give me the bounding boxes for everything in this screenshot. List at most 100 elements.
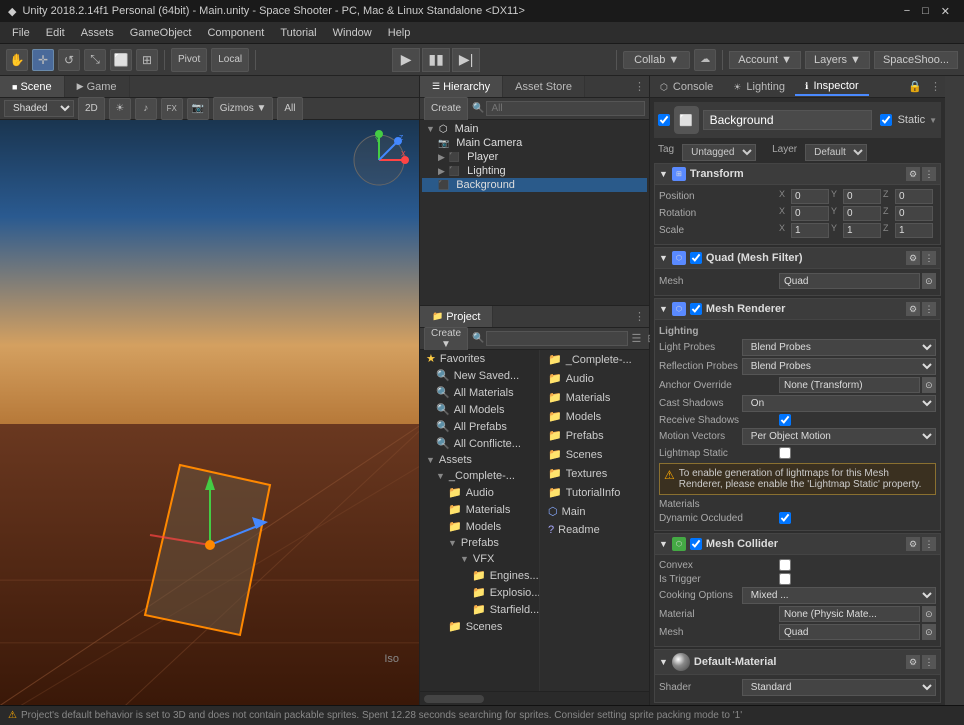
dynamic-occluded-checkbox[interactable] [779,512,791,524]
transform-tool[interactable]: ⊞ [136,49,158,71]
meshfilter-settings-btn[interactable]: ⚙ [906,251,920,265]
light-probes-dropdown[interactable]: Blend Probes [742,339,936,356]
transform-context-btn[interactable]: ⋮ [922,167,936,181]
reflection-probes-dropdown[interactable]: Blend Probes [742,358,936,375]
light-icon[interactable]: ☀ [109,98,131,120]
scale-z-input[interactable] [895,223,933,238]
proj-item-prefabs[interactable]: 📁 Prefabs [540,426,649,445]
project-view-icon[interactable]: ☰ [628,332,644,345]
cast-shadows-dropdown[interactable]: On [742,395,936,412]
hierarchy-item-main-camera[interactable]: 📷 Main Camera [422,136,647,150]
project-options[interactable]: ⋮ [630,308,649,325]
fx-icon[interactable]: FX [161,98,183,120]
proj-item-textures[interactable]: 📁 Textures [540,464,649,483]
hierarchy-item-main[interactable]: ▼ ⬡ Main [422,122,647,136]
defmat-settings-btn[interactable]: ⚙ [906,655,920,669]
scene-gizmo[interactable]: X Y Z [349,130,409,190]
assets-explosio[interactable]: 📁 Explosio... [420,584,539,601]
default-material-header[interactable]: ▼ Default-Material ⚙ ⋮ [654,649,941,675]
inspector-lock-icon[interactable]: 🔒 [904,80,926,93]
static-dropdown-arrow[interactable]: ▼ [929,116,937,125]
menu-help[interactable]: Help [380,25,419,41]
tab-hierarchy[interactable]: ☰ Hierarchy [420,76,503,97]
menu-tutorial[interactable]: Tutorial [272,25,324,41]
meshcollider-settings-btn[interactable]: ⚙ [906,537,920,551]
scale-y-input[interactable] [843,223,881,238]
collab-button[interactable]: Collab ▼ [623,51,690,69]
static-checkbox[interactable] [880,114,892,126]
fav-all-materials[interactable]: 🔍 All Materials [420,384,539,401]
meshfilter-context-btn[interactable]: ⋮ [922,251,936,265]
tab-inspector[interactable]: ℹ Inspector [795,78,869,96]
tab-asset-store[interactable]: Asset Store [503,76,585,97]
account-button[interactable]: Account ▼ [729,51,801,69]
scale-tool[interactable]: ⤡ [84,49,106,71]
is-trigger-checkbox[interactable] [779,573,791,585]
pos-z-input[interactable] [895,189,933,204]
assets-starfield[interactable]: 📁 Starfield... [420,601,539,618]
proj-item-models[interactable]: 📁 Models [540,407,649,426]
defmat-context-btn[interactable]: ⋮ [922,655,936,669]
menu-window[interactable]: Window [325,25,380,41]
shader-dropdown[interactable]: Standard [742,679,936,696]
anchor-pick-btn[interactable]: ⊙ [922,377,936,393]
menu-file[interactable]: File [4,25,38,41]
favorites-header[interactable]: ★ Favorites [420,350,539,367]
move-tool[interactable]: ✛ [32,49,54,71]
inspector-options[interactable]: ⋮ [926,80,945,93]
close-btn[interactable]: ✕ [935,5,956,18]
meshrenderer-settings-btn[interactable]: ⚙ [906,302,920,316]
project-scrollbar[interactable] [420,691,649,705]
gizmos-button[interactable]: Gizmos ▼ [213,97,274,121]
hierarchy-item-player[interactable]: ▶ ⬛ Player [422,150,647,164]
collider-mesh-pick-btn[interactable]: ⊙ [922,624,936,640]
shading-dropdown[interactable]: Shaded [4,100,74,117]
step-button[interactable]: ▶| [452,48,480,72]
tab-lighting[interactable]: ☀ Lighting [723,79,795,95]
spaceshooter-button[interactable]: SpaceShoo... [874,51,958,69]
anchor-override-field[interactable] [779,377,920,393]
tab-game[interactable]: ▶ Game [65,76,130,97]
hierarchy-item-lighting[interactable]: ▶ ⬛ Lighting [422,164,647,178]
proj-item-readme[interactable]: ? Readme [540,521,649,539]
scrollbar-thumb[interactable] [424,695,484,703]
assets-engines[interactable]: 📁 Engines... [420,567,539,584]
assets-scenes[interactable]: 📁 Scenes [420,618,539,635]
fav-all-conflicte[interactable]: 🔍 All Conflicte... [420,435,539,452]
audio-icon[interactable]: ♪ [135,98,157,120]
motion-vectors-dropdown[interactable]: Per Object Motion [742,428,936,445]
transform-settings-btn[interactable]: ⚙ [906,167,920,181]
assets-header[interactable]: ▼ Assets [420,452,539,468]
mesh-filter-header[interactable]: ▼ ⬡ Quad (Mesh Filter) ⚙ ⋮ [654,247,941,269]
collider-mesh-field[interactable] [779,624,920,640]
meshcollider-enabled[interactable] [690,538,702,550]
hierarchy-options[interactable]: ⋮ [630,78,649,95]
pos-y-input[interactable] [843,189,881,204]
convex-checkbox[interactable] [779,559,791,571]
rect-tool[interactable]: ⬜ [110,49,132,71]
project-search[interactable] [486,331,628,346]
2d-button[interactable]: 2D [78,97,105,121]
collider-material-field[interactable] [779,606,920,622]
meshrenderer-enabled[interactable] [690,303,702,315]
pivot-button[interactable]: Pivot [171,48,207,72]
play-button[interactable]: ▶ [392,48,420,72]
mesh-field[interactable] [779,273,920,289]
proj-item-complete[interactable]: 📁 _Complete-... [540,350,649,369]
tab-project[interactable]: 📁 Project [420,306,493,327]
lightmap-static-checkbox[interactable] [779,447,791,459]
local-button[interactable]: Local [211,48,249,72]
transform-header[interactable]: ▼ ⊞ Transform ⚙ ⋮ [654,163,941,185]
meshrenderer-context-btn[interactable]: ⋮ [922,302,936,316]
tab-console[interactable]: ⬡ Console [650,79,723,95]
hand-tool[interactable]: ✋ [6,49,28,71]
assets-materials[interactable]: 📁 Materials [420,501,539,518]
hierarchy-search[interactable] [486,101,645,116]
all-tag-button[interactable]: All [277,97,302,121]
obj-enabled-checkbox[interactable] [658,114,670,126]
project-create-btn[interactable]: Create ▼ [424,327,468,351]
proj-item-scenes[interactable]: 📁 Scenes [540,445,649,464]
cooking-options-dropdown[interactable]: Mixed ... [742,587,936,604]
assets-prefabs[interactable]: ▼ Prefabs [420,535,539,551]
receive-shadows-checkbox[interactable] [779,414,791,426]
